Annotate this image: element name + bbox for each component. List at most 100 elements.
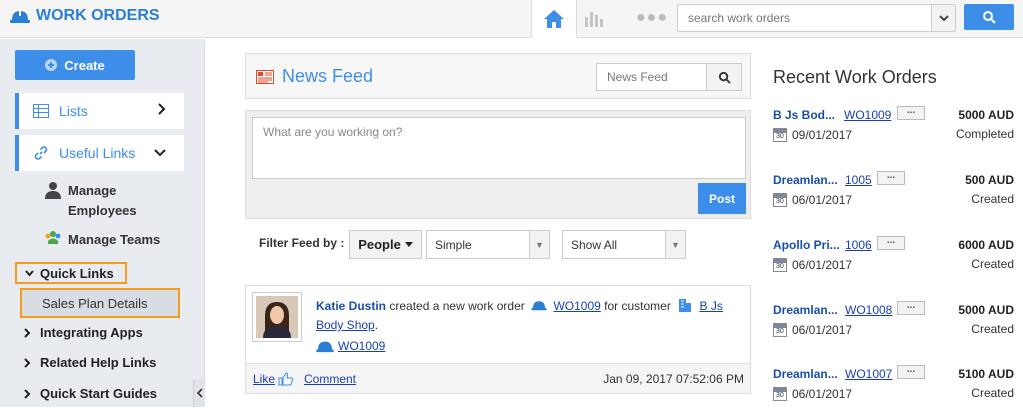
comment-link[interactable]: Comment [304, 372, 356, 386]
wo-code-link[interactable]: WO1007 [845, 367, 892, 381]
recent-work-orders-title: Recent Work Orders [773, 67, 937, 87]
avatar[interactable] [252, 292, 302, 342]
wo-customer-name[interactable]: Apollo Pri... [773, 238, 840, 252]
wo-customer-name[interactable]: B Js Bod... [773, 108, 835, 122]
home-icon [544, 10, 564, 28]
sidebar-item-manage-teams[interactable]: Manage Teams [44, 230, 160, 250]
like-button[interactable]: Like [253, 372, 294, 386]
wo-more-button[interactable]: ... [877, 236, 905, 250]
search-dropdown-button[interactable] [931, 5, 955, 31]
scope-select[interactable]: Show All ▼ [562, 230, 686, 259]
building-icon [679, 299, 692, 312]
sidebar-item-useful-links[interactable]: Useful Links [15, 135, 184, 171]
search-box[interactable] [677, 4, 956, 32]
sidebar-item-label: Quick Links [40, 265, 114, 281]
wo-date: 30 06/01/2017 [773, 193, 852, 207]
calendar-icon: 30 [773, 128, 787, 142]
search-icon [718, 71, 731, 84]
sidebar-item-label: Lists [59, 103, 88, 119]
wo-more-button[interactable]: ... [897, 301, 925, 315]
wo-date-text: 06/01/2017 [792, 387, 853, 401]
create-label: Create [64, 57, 105, 73]
wo-code-link[interactable]: WO1008 [845, 303, 892, 317]
search-input[interactable] [678, 5, 928, 31]
caret-down-icon: ▼ [665, 231, 685, 258]
wo-more-button[interactable]: ... [877, 171, 905, 185]
wo-code-link[interactable]: WO1009 [844, 108, 891, 122]
wo-code-link[interactable]: 1005 [845, 173, 872, 187]
chevron-right-icon [24, 327, 31, 338]
wo-customer-name[interactable]: Dreamlan... [773, 303, 838, 317]
sidebar-item-quick-links[interactable]: Quick Links [15, 262, 127, 284]
like-link[interactable]: Like [253, 372, 275, 386]
feed-work-order-link[interactable]: WO1009 [553, 299, 600, 313]
wo-date: 30 09/01/2017 [773, 128, 852, 142]
reports-button[interactable] [584, 9, 606, 30]
sidebar: Create Lists Useful Links Manage Employe… [0, 39, 205, 407]
sidebar-item-lists[interactable]: Lists [15, 93, 184, 129]
feed-timestamp: Jan 09, 2017 07:52:06 PM [603, 372, 744, 386]
feed-author[interactable]: Katie Dustin [316, 299, 386, 313]
post-button[interactable]: Post [698, 183, 746, 214]
sidebar-item-manage-employees[interactable]: Manage Employees [44, 181, 148, 221]
more-icon[interactable]: ●●● [636, 9, 668, 27]
feed-search-input[interactable]: News Feed [596, 63, 707, 91]
recent-work-order: Apollo Pri... 1006 ... 6000 AUD 30 06/01/… [773, 236, 1018, 290]
type-select[interactable]: Simple ▼ [426, 230, 550, 259]
search-button[interactable] [964, 4, 1014, 30]
newspaper-icon [256, 69, 274, 84]
wo-date-text: 06/01/2017 [792, 258, 853, 272]
compose-textarea[interactable]: What are you working on? [252, 117, 746, 179]
wo-amount: 500 AUD [965, 173, 1014, 187]
wo-date: 30 06/01/2017 [773, 323, 852, 337]
recent-work-order: Dreamlan... WO1007 ... 5100 AUD 30 06/01/… [773, 365, 1018, 419]
recent-work-order: B Js Bod... WO1009 ... 5000 AUD 30 09/01/… [773, 106, 1018, 160]
feed-search-button[interactable] [706, 63, 742, 91]
feed-work-order-link-2[interactable]: WO1009 [338, 339, 385, 353]
link-icon [34, 146, 48, 160]
sidebar-item-sales-plan-details[interactable]: Sales Plan Details [20, 288, 180, 318]
wo-amount: 5000 AUD [958, 303, 1014, 317]
calendar-icon: 30 [773, 323, 787, 337]
app-logo[interactable]: WORK ORDERS [10, 7, 160, 25]
user-photo [256, 296, 298, 338]
sidebar-item-related-help-links[interactable]: Related Help Links [24, 355, 156, 370]
wo-status: Created [971, 257, 1014, 271]
wo-status: Created [971, 322, 1014, 336]
plus-circle-icon [45, 59, 58, 71]
hard-hat-icon [10, 10, 30, 23]
wo-amount: 5100 AUD [958, 367, 1014, 381]
sidebar-item-label: Integrating Apps [40, 325, 143, 340]
wo-status: Completed [955, 127, 1014, 141]
sidebar-item-label: Sales Plan Details [42, 295, 148, 311]
top-bar: WORK ORDERS ●●● [0, 0, 1023, 38]
wo-date: 30 06/01/2017 [773, 258, 852, 272]
sidebar-collapse-button[interactable] [193, 379, 205, 407]
feed-work-order-ref: WO1009 [316, 339, 385, 353]
wo-status: Created [971, 386, 1014, 400]
sidebar-item-quick-start-guides[interactable]: Quick Start Guides [24, 386, 157, 401]
wo-more-button[interactable]: ... [897, 106, 925, 120]
sidebar-item-integrating-apps[interactable]: Integrating Apps [24, 325, 143, 340]
wo-customer-name[interactable]: Dreamlan... [773, 367, 838, 381]
chevron-down-icon [938, 14, 949, 21]
feed-for-text: for customer [604, 299, 671, 313]
table-icon [33, 104, 49, 118]
hard-hat-icon [531, 301, 547, 311]
people-filter-button[interactable]: People [349, 230, 422, 259]
wo-customer-name[interactable]: Dreamlan... [773, 173, 838, 187]
wo-more-button[interactable]: ... [897, 365, 925, 379]
chevron-left-icon [196, 388, 203, 398]
wo-status: Created [971, 192, 1014, 206]
calendar-icon: 30 [773, 193, 787, 207]
recent-work-order: Dreamlan... 1005 ... 500 AUD 30 06/01/201… [773, 171, 1018, 225]
feed-item: Katie Dustin created a new work order WO… [245, 285, 751, 394]
sidebar-item-label: Manage Teams [68, 232, 161, 247]
home-button[interactable] [531, 0, 577, 38]
wo-code-link[interactable]: 1006 [845, 238, 872, 252]
chevron-down-icon [154, 149, 166, 157]
chevron-right-icon [24, 388, 31, 399]
caret-down-icon [404, 242, 413, 247]
create-button[interactable]: Create [15, 50, 135, 80]
people-filter-label: People [358, 237, 401, 252]
